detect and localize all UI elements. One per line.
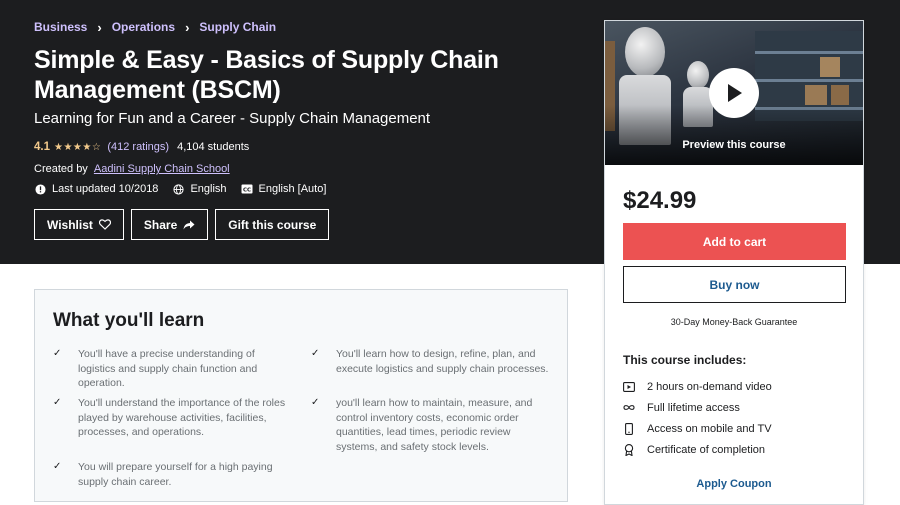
breadcrumb-business[interactable]: Business bbox=[34, 20, 87, 34]
learn-item: ✓ You'll understand the importance of th… bbox=[53, 396, 293, 440]
check-icon: ✓ bbox=[53, 461, 62, 472]
share-label: Share bbox=[143, 217, 178, 232]
purchase-card: Preview this course $24.99 Add to cart B… bbox=[604, 20, 864, 505]
last-updated: Last updated 10/2018 bbox=[34, 183, 158, 195]
svg-text:CC: CC bbox=[242, 187, 250, 193]
instructor-link[interactable]: Aadini Supply Chain School bbox=[94, 163, 230, 175]
check-icon: ✓ bbox=[311, 397, 320, 408]
language: English bbox=[172, 183, 227, 195]
breadcrumb-operations[interactable]: Operations bbox=[112, 20, 175, 34]
gift-course-button[interactable]: Gift this course bbox=[215, 209, 330, 240]
captions-text: English [Auto] bbox=[258, 183, 327, 195]
play-button[interactable] bbox=[709, 68, 759, 118]
gift-label: Gift this course bbox=[228, 217, 317, 232]
created-by-label: Created by bbox=[34, 163, 88, 175]
add-to-cart-button[interactable]: Add to cart bbox=[623, 223, 846, 260]
learn-item: ✓ You will prepare yourself for a high p… bbox=[53, 460, 283, 489]
alert-badge-icon bbox=[34, 183, 46, 195]
money-back-guarantee: 30-Day Money-Back Guarantee bbox=[670, 317, 798, 327]
apply-coupon-link[interactable]: Apply Coupon bbox=[605, 478, 863, 490]
course-subtitle: Learning for Fun and a Career - Supply C… bbox=[34, 110, 431, 127]
learn-item-text: You'll learn how to design, refine, plan… bbox=[336, 348, 549, 375]
breadcrumb-supply-chain[interactable]: Supply Chain bbox=[199, 20, 276, 34]
include-item: 2 hours on-demand video bbox=[623, 376, 772, 397]
chevron-right-icon: › bbox=[185, 19, 190, 35]
last-updated-text: Last updated 10/2018 bbox=[52, 183, 159, 195]
check-icon: ✓ bbox=[53, 397, 62, 408]
robot-head bbox=[625, 27, 665, 77]
warehouse-box bbox=[805, 85, 827, 105]
what-youll-learn: What you'll learn ✓ You'll have a precis… bbox=[34, 289, 568, 502]
warehouse-box bbox=[831, 85, 849, 105]
check-icon: ✓ bbox=[311, 348, 320, 359]
learn-item-text: You'll have a precise understanding of l… bbox=[78, 348, 258, 389]
learn-item: ✓ You'll learn how to design, refine, pl… bbox=[311, 347, 551, 376]
include-item-label: 2 hours on-demand video bbox=[647, 380, 772, 393]
share-arrow-icon bbox=[183, 220, 195, 229]
include-item: Full lifetime access bbox=[623, 397, 772, 418]
course-preview[interactable]: Preview this course bbox=[605, 21, 863, 165]
check-icon: ✓ bbox=[53, 348, 62, 359]
includes-list: 2 hours on-demand video Full lifetime ac… bbox=[623, 376, 772, 460]
infinity-icon bbox=[623, 402, 635, 414]
globe-icon bbox=[172, 183, 184, 195]
include-item-label: Certificate of completion bbox=[647, 443, 765, 456]
include-item: Certificate of completion bbox=[623, 439, 772, 460]
course-price: $24.99 bbox=[623, 187, 697, 214]
learn-item-text: you'll learn how to maintain, measure, a… bbox=[336, 397, 533, 453]
ratings-count-link[interactable]: (412 ratings) bbox=[107, 141, 169, 153]
captions: CC English [Auto] bbox=[241, 183, 327, 195]
hero-actions: Wishlist Share Gift this course bbox=[34, 209, 336, 240]
learn-item-text: You'll understand the importance of the … bbox=[78, 397, 286, 438]
share-button[interactable]: Share bbox=[130, 209, 209, 240]
shelf-beam bbox=[755, 79, 863, 82]
students-count: 4,104 students bbox=[177, 141, 250, 153]
video-icon bbox=[623, 381, 635, 393]
play-icon bbox=[728, 84, 742, 102]
created-by: Created by Aadini Supply Chain School bbox=[34, 163, 230, 175]
shelf-beam bbox=[755, 51, 863, 54]
warehouse-box bbox=[820, 57, 840, 77]
learn-item-text: You will prepare yourself for a high pay… bbox=[78, 461, 273, 488]
certificate-icon bbox=[623, 443, 635, 456]
include-item-label: Access on mobile and TV bbox=[647, 422, 772, 435]
chevron-right-icon: › bbox=[97, 19, 102, 35]
include-item: Access on mobile and TV bbox=[623, 418, 772, 439]
learn-item: ✓ You'll have a precise understanding of… bbox=[53, 347, 283, 391]
wishlist-label: Wishlist bbox=[47, 217, 93, 232]
course-title: Simple & Easy - Basics of Supply Chain M… bbox=[34, 46, 499, 104]
include-item-label: Full lifetime access bbox=[647, 401, 740, 414]
wishlist-button[interactable]: Wishlist bbox=[34, 209, 124, 240]
closed-captions-icon: CC bbox=[241, 183, 253, 195]
includes-title: This course includes: bbox=[623, 353, 747, 367]
star-rating-icon: ★★★★☆ bbox=[54, 141, 102, 153]
mobile-icon bbox=[623, 422, 635, 435]
heart-icon bbox=[98, 219, 111, 230]
learn-title: What you'll learn bbox=[53, 310, 205, 331]
preview-label: Preview this course bbox=[682, 139, 786, 151]
rating-row: 4.1 ★★★★☆ (412 ratings) 4,104 students bbox=[34, 141, 249, 153]
language-text: English bbox=[190, 183, 227, 195]
robot-head bbox=[687, 61, 709, 89]
course-meta: Last updated 10/2018 English CC English … bbox=[34, 183, 340, 195]
breadcrumb: Business › Operations › Supply Chain bbox=[34, 20, 276, 34]
buy-now-button[interactable]: Buy now bbox=[623, 266, 846, 303]
rating-value: 4.1 bbox=[34, 141, 50, 153]
learn-item: ✓ you'll learn how to maintain, measure,… bbox=[311, 396, 545, 454]
